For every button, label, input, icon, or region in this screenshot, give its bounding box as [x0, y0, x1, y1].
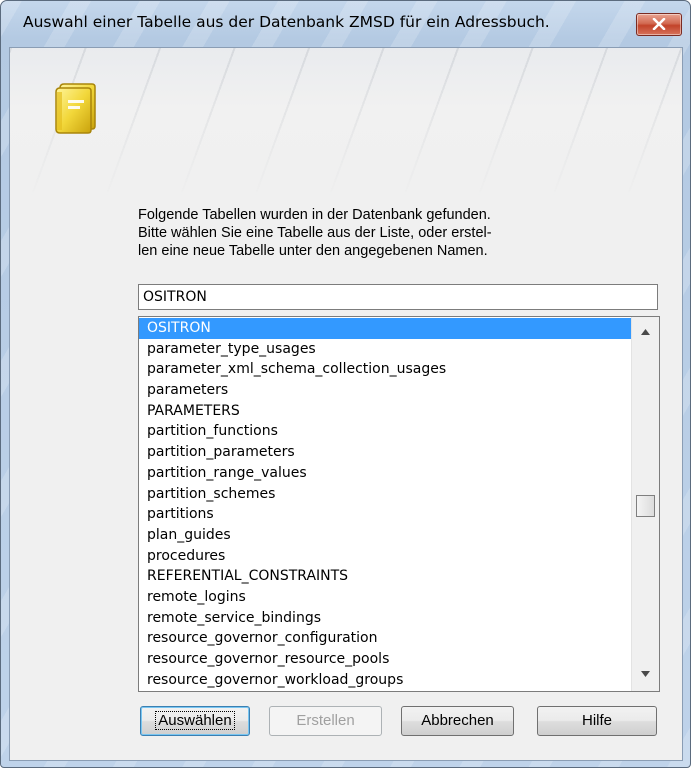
dialog-window: Auswahl einer Tabelle aus der Datenbank … [0, 0, 691, 768]
table-list-items: OSITRON parameter_type_usages parameter_xm… [139, 318, 631, 690]
list-item[interactable]: partition_range_values [139, 463, 631, 484]
close-button[interactable] [636, 13, 682, 36]
cancel-button-label: Abbrechen [421, 712, 494, 729]
list-item[interactable]: PARAMETERS [139, 401, 631, 422]
close-icon [652, 18, 666, 30]
list-item[interactable]: partition_schemes [139, 484, 631, 505]
scroll-up-arrow-icon [641, 329, 650, 335]
help-button[interactable]: Hilfe [537, 706, 657, 736]
list-item[interactable]: REFERENTIAL_CONSTRAINTS [139, 566, 631, 587]
list-item[interactable]: partitions [139, 504, 631, 525]
window-title: Auswahl einer Tabelle aus der Datenbank … [23, 13, 550, 31]
list-scrollbar[interactable] [631, 317, 659, 691]
list-item[interactable]: parameter_type_usages [139, 339, 631, 360]
cancel-button[interactable]: Abbrechen [401, 706, 514, 736]
select-button[interactable]: Auswählen [140, 706, 250, 736]
select-button-label: Auswählen [155, 711, 235, 730]
scroll-thumb[interactable] [636, 495, 655, 517]
list-item[interactable]: resource_governor_workload_groups [139, 670, 631, 691]
intro-line-2: Bitte wählen Sie eine Tabelle aus der Li… [138, 225, 492, 241]
scroll-down-arrow-icon [641, 671, 650, 677]
intro-line-3: len eine neue Tabelle unter den angegebe… [138, 243, 488, 259]
title-bar[interactable]: Auswahl einer Tabelle aus der Datenbank … [1, 1, 690, 47]
list-item[interactable]: resource_governor_resource_pools [139, 649, 631, 670]
list-item[interactable]: partition_functions [139, 421, 631, 442]
list-item[interactable]: remote_logins [139, 587, 631, 608]
list-item[interactable]: plan_guides [139, 525, 631, 546]
intro-line-1: Folgende Tabellen wurden in der Datenban… [138, 207, 491, 223]
create-button[interactable]: Erstellen [269, 706, 382, 736]
list-item[interactable]: resource_governor_configuration [139, 628, 631, 649]
help-button-label: Hilfe [581, 712, 612, 729]
scroll-up-button[interactable] [632, 323, 659, 341]
list-item[interactable]: parameter_xml_schema_collection_usages [139, 359, 631, 380]
address-book-icon [55, 83, 96, 134]
create-button-label: Erstellen [296, 712, 355, 729]
table-list[interactable]: OSITRON parameter_type_usages parameter_xm… [138, 316, 660, 692]
list-item[interactable]: procedures [139, 546, 631, 567]
list-item[interactable]: OSITRON [139, 318, 631, 339]
table-name-input[interactable]: OSITRON [138, 284, 658, 310]
dialog-client-area: Folgende Tabellen wurden in der Datenban… [9, 47, 683, 761]
intro-text: Folgende Tabellen wurden in der Datenban… [138, 206, 598, 260]
scroll-down-button[interactable] [632, 665, 659, 683]
list-item[interactable]: parameters [139, 380, 631, 401]
list-item[interactable]: partition_parameters [139, 442, 631, 463]
list-item[interactable]: remote_service_bindings [139, 608, 631, 629]
